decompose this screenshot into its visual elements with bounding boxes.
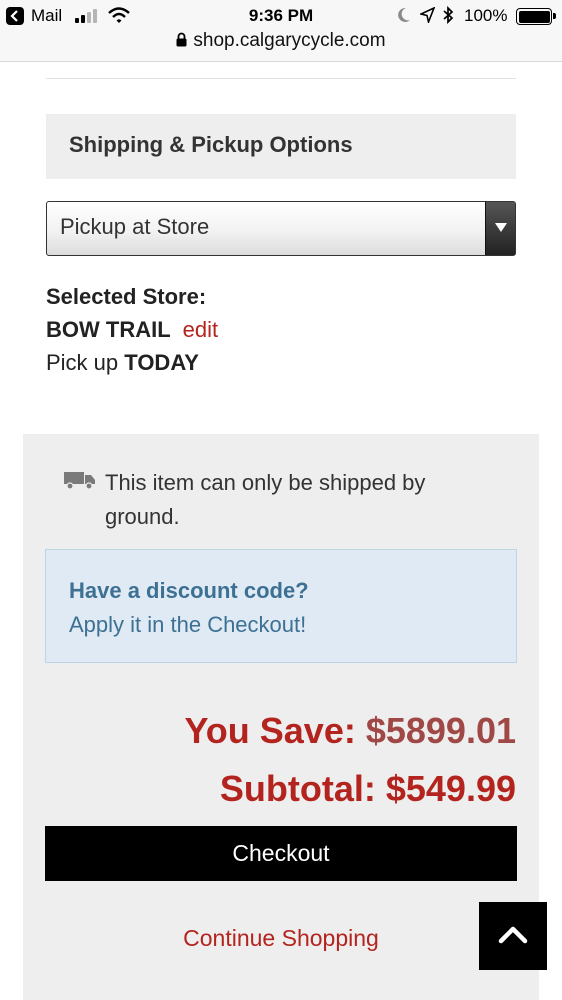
pickup-prefix: Pick up <box>46 350 119 375</box>
edit-store-link[interactable]: edit <box>183 317 218 342</box>
scroll-to-top-button[interactable] <box>479 902 547 970</box>
selected-store-label: Selected Store: <box>46 284 207 309</box>
discount-code-box: Have a discount code? Apply it in the Ch… <box>45 549 517 663</box>
do-not-disturb-icon <box>397 7 411 28</box>
selected-shipping-option: Pickup at Store <box>60 214 210 239</box>
subtotal-line: Subtotal: $549.99 <box>23 768 516 810</box>
checkout-button[interactable]: Checkout <box>45 826 517 881</box>
subtotal-amount: $549.99 <box>385 768 516 809</box>
location-arrow-icon <box>418 6 436 28</box>
battery-icon <box>516 8 556 25</box>
discount-text: Apply it in the Checkout! <box>69 612 307 637</box>
dropdown-arrow-icon[interactable] <box>485 202 515 255</box>
shipping-method-select[interactable]: Pickup at Store <box>46 201 516 256</box>
store-name: BOW TRAIL <box>46 317 171 342</box>
status-bar: Mail 9:36 PM 100% <box>0 0 562 32</box>
battery-percent: 100% <box>464 6 508 25</box>
divider <box>46 78 516 79</box>
lock-icon <box>176 31 187 53</box>
chevron-up-icon <box>498 926 528 944</box>
shipping-note: This item can only be shipped by ground. <box>105 470 426 529</box>
you-save-amount: $5899.01 <box>365 710 516 751</box>
subtotal-label: Subtotal: <box>219 768 376 809</box>
discount-title: Have a discount code? <box>69 578 309 603</box>
browser-chrome: Mail 9:36 PM 100% shop.calgarycycle.com <box>0 0 562 62</box>
you-save-label: You Save: <box>184 710 356 751</box>
you-save-line: You Save: $5899.01 <box>23 710 516 752</box>
bluetooth-icon <box>442 5 454 29</box>
url-text: shop.calgarycycle.com <box>193 30 386 51</box>
continue-shopping-link[interactable]: Continue Shopping <box>23 925 539 952</box>
truck-icon <box>64 470 96 495</box>
shipping-options-heading: Shipping & Pickup Options <box>46 114 516 179</box>
url-bar[interactable]: shop.calgarycycle.com <box>0 30 562 53</box>
selected-store-info: Selected Store: BOW TRAIL edit Pick up TO… <box>46 280 516 379</box>
pickup-when: TODAY <box>124 350 199 375</box>
